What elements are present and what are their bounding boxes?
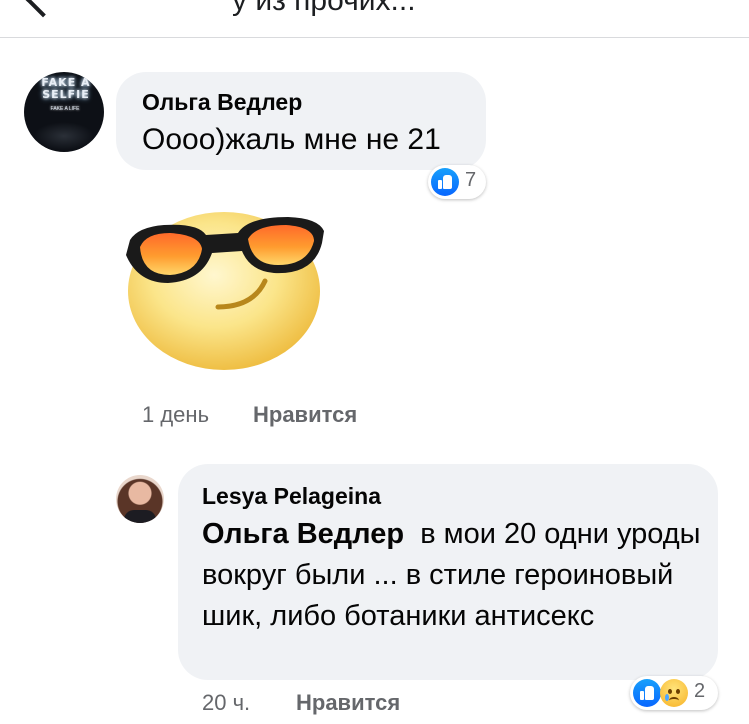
sad-eye — [676, 689, 680, 694]
avatar-shirt — [124, 510, 156, 523]
reply-reactions[interactable]: 2 — [630, 676, 718, 710]
avatar-neon-subtext: FAKE A LIFE — [50, 106, 80, 112]
reply-like-button[interactable]: Нравится — [296, 690, 400, 716]
avatar-lesya[interactable] — [116, 475, 164, 523]
comment-text: Oooo)жаль мне не 21 — [142, 123, 441, 156]
like-reaction-icon — [431, 168, 459, 196]
comment-reaction-count: 7 — [465, 169, 477, 191]
reply-time[interactable]: 20 ч. — [202, 690, 250, 716]
comment-reactions[interactable]: 7 — [428, 165, 486, 199]
reply-reaction-count: 2 — [694, 680, 706, 702]
avatar-glow — [34, 122, 94, 150]
avatar-olga[interactable]: FAKE A SELFIE FAKE A LIFE — [24, 72, 104, 152]
comment-time[interactable]: 1 день — [142, 402, 209, 428]
reply-text-block: Ольга Ведлер в мои 20 одни уроды вокруг … — [202, 514, 702, 637]
sad-reaction-icon — [660, 679, 688, 707]
page-title: у из прочих... — [232, 0, 416, 17]
reply-mention-link[interactable]: Ольга Ведлер — [202, 518, 404, 550]
top-bar: у из прочих... — [0, 0, 749, 38]
comment-author[interactable]: Ольга Ведлер — [142, 89, 302, 116]
back-arrow-icon[interactable] — [24, 0, 62, 18]
comment-bubble[interactable]: Ольга Ведлер Oooo)жаль мне не 21 — [116, 72, 486, 170]
sad-mouth — [669, 697, 679, 704]
sunglasses-smiley-sticker[interactable] — [118, 195, 330, 375]
reply-bubble[interactable]: Lesya Pelageina Ольга Ведлер в мои 20 од… — [178, 464, 718, 680]
reply-author[interactable]: Lesya Pelageina — [202, 483, 381, 510]
sad-tear — [665, 694, 669, 701]
avatar-neon-text: FAKE A SELFIE — [41, 76, 91, 101]
comment-like-button[interactable]: Нравится — [253, 402, 357, 428]
sad-eye — [668, 689, 672, 694]
like-reaction-icon — [633, 679, 661, 707]
